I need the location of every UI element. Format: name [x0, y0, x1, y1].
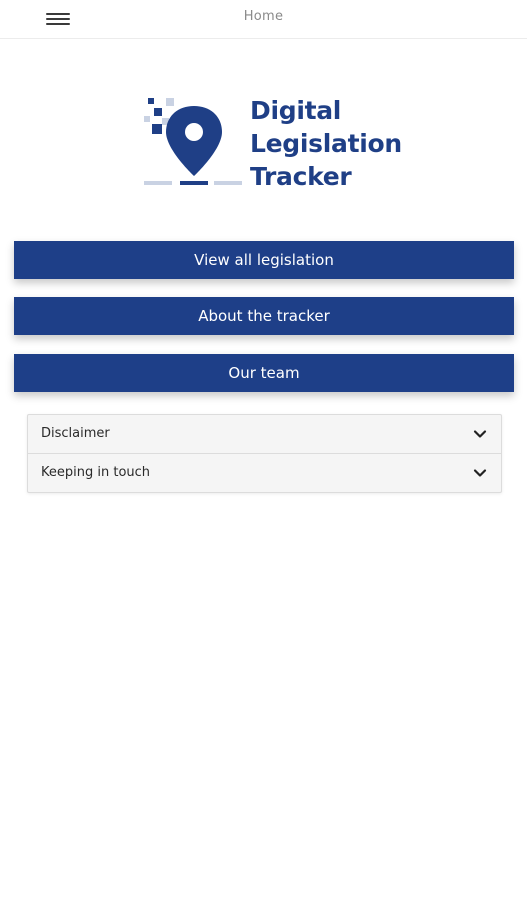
accordion-item-label: Disclaimer	[41, 426, 110, 441]
view-all-legislation-button[interactable]: View all legislation	[14, 241, 514, 279]
chevron-down-icon	[473, 430, 487, 438]
accordion-item-label: Keeping in touch	[41, 465, 151, 480]
our-team-button[interactable]: Our team	[14, 354, 514, 392]
logo-line-2: Legislation	[250, 129, 402, 158]
info-accordion: Disclaimer Keeping in touch	[27, 414, 502, 493]
page-title: Home	[243, 9, 284, 24]
app-logo: Digital Legislation Tracker	[142, 92, 402, 192]
accordion-item-keeping-in-touch[interactable]: Keeping in touch	[28, 453, 501, 492]
about-tracker-button[interactable]: About the tracker	[14, 297, 514, 335]
logo-wordmark: Digital Legislation Tracker	[250, 94, 402, 193]
location-pin-pixel-icon	[144, 98, 242, 185]
logo-line-3: Tracker	[250, 162, 352, 191]
logo-line-1: Digital	[250, 96, 342, 125]
accordion-item-disclaimer[interactable]: Disclaimer	[28, 415, 501, 453]
app-screen: Home Digital Legislation Tracker View al…	[0, 0, 527, 900]
top-app-bar: Home	[0, 0, 527, 39]
chevron-down-icon	[473, 469, 487, 477]
